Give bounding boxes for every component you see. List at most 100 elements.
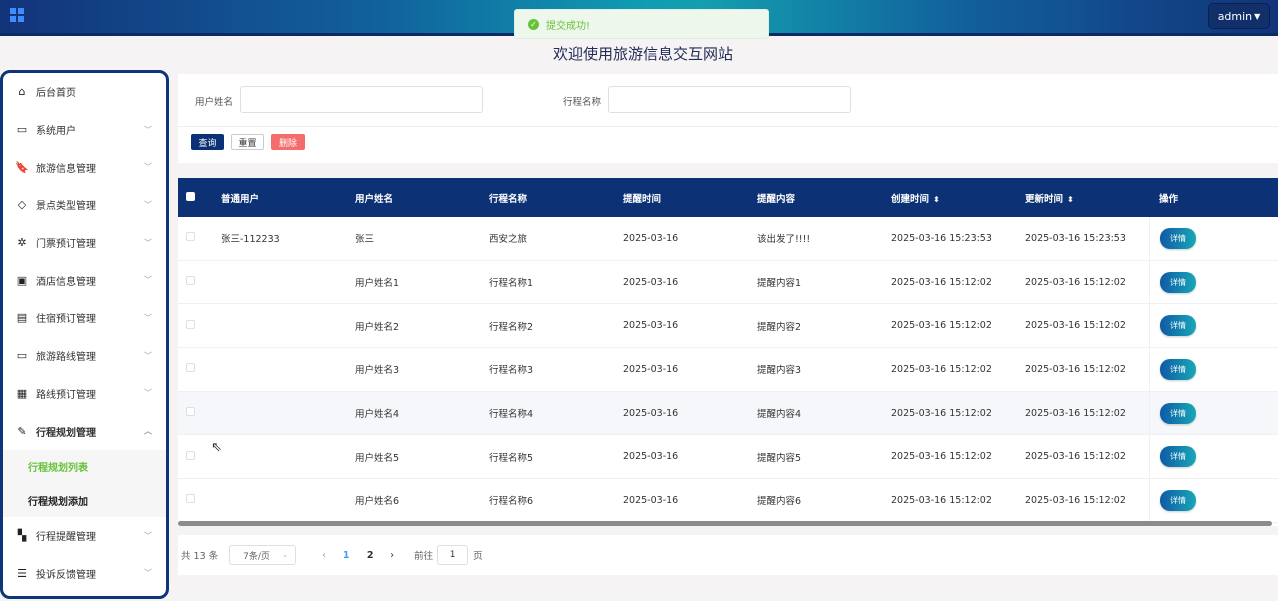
table-row[interactable]: 用户姓名1 行程名称1 2025-03-16 提醒内容1 2025-03-16 15:1… <box>178 260 1278 305</box>
table-cell: 行程名称2 <box>489 321 534 333</box>
delete-button[interactable]: 删除 <box>271 134 305 150</box>
chat-icon: ▭ <box>16 349 28 363</box>
detail-button[interactable]: 详情 <box>1160 489 1196 511</box>
table-row[interactable]: 用户姓名4 行程名称4 2025-03-16 提醒内容4 2025-03-16 15:1… <box>178 391 1278 436</box>
sidebar-item[interactable]: ▚ 行程提醒管理 ﹀ <box>3 517 166 555</box>
column-header: 提醒时间 <box>623 193 662 205</box>
page-number[interactable]: 2 <box>358 550 382 561</box>
table-cell: 用户姓名5 <box>355 452 400 464</box>
row-checkbox[interactable] <box>186 276 195 286</box>
table-cell: 2025-03-16 <box>623 320 679 332</box>
horizontal-scrollbar[interactable] <box>178 521 1272 526</box>
chevron-down-icon: ﹀ <box>144 568 152 578</box>
detail-button[interactable]: 详情 <box>1160 358 1196 380</box>
table-cell: 西安之旅 <box>489 234 528 246</box>
username-label: 用户姓名 <box>195 97 234 108</box>
sidebar-item[interactable]: ✎ 行程规划管理 ︿ <box>3 412 166 450</box>
column-header: 提醒内容 <box>757 193 796 205</box>
table-cell: 2025-03-16 15:12:02 <box>891 451 992 463</box>
sidebar-item-label: 行程提醒管理 <box>36 532 96 544</box>
column-header-sortable[interactable]: 创建时间 ⬍ <box>891 191 1025 205</box>
select-all-checkbox[interactable] <box>186 191 195 201</box>
table-cell: 2025-03-16 <box>623 363 679 375</box>
row-checkbox[interactable] <box>186 407 195 417</box>
admin-label: admin <box>1217 9 1253 23</box>
chevron-down-icon: ﹀ <box>144 275 152 285</box>
submenu-item[interactable]: 行程规划列表 <box>3 450 166 484</box>
row-checkbox[interactable] <box>186 319 195 329</box>
table-cell: 2025-03-16 15:23:53 <box>1025 232 1126 244</box>
app-grid-icon[interactable] <box>10 8 24 22</box>
sidebar-item[interactable]: ▦ 路线预订管理 ﹀ <box>3 375 166 413</box>
prev-page-icon[interactable]: ‹ <box>314 550 334 561</box>
sidebar-item[interactable]: ⌂ 后台首页 <box>3 73 166 111</box>
detail-button[interactable]: 详情 <box>1160 271 1196 293</box>
table-cell: 张三-112233 <box>221 234 280 246</box>
table-row[interactable]: 用户姓名5 行程名称5 2025-03-16 提醒内容5 2025-03-16 15:1… <box>178 435 1278 480</box>
table-cell: 用户姓名4 <box>355 409 400 421</box>
sidebar-item[interactable]: ▭ 系统用户 ﹀ <box>3 111 166 149</box>
chevron-down-icon: ﹀ <box>144 388 152 398</box>
table-cell: 提醒内容4 <box>757 409 802 421</box>
row-checkbox[interactable] <box>186 450 195 460</box>
paperclip-icon: ✎ <box>17 424 27 438</box>
table-header: 普通用户 用户姓名 行程名称 提醒时间 提醒内容 创建时间 ⬍ 更新时间 ⬍ 操作 <box>178 178 1278 217</box>
sidebar-item[interactable]: ☰ 投诉反馈管理 ﹀ <box>3 555 166 593</box>
detail-button[interactable]: 详情 <box>1160 402 1196 424</box>
detail-button[interactable]: 详情 <box>1160 446 1196 468</box>
reset-button[interactable]: 重置 <box>231 134 264 150</box>
table-row[interactable]: 用户姓名6 行程名称6 2025-03-16 提醒内容6 2025-03-16 15:1… <box>178 479 1278 523</box>
next-page-icon[interactable]: › <box>382 550 402 561</box>
copy-icon: ▚ <box>17 529 27 543</box>
table-cell: 2025-03-16 15:12:02 <box>891 276 992 288</box>
goto-page-input[interactable]: 1 <box>437 545 469 565</box>
column-header-sortable[interactable]: 更新时间 ⬍ <box>1025 191 1149 205</box>
username-input[interactable] <box>240 86 483 113</box>
laptop-icon: ▭ <box>16 123 28 137</box>
table-cell: 2025-03-16 15:12:02 <box>1025 407 1126 419</box>
submenu-item[interactable]: 行程规划添加 <box>3 483 166 517</box>
row-checkbox[interactable] <box>186 494 195 504</box>
sort-icon[interactable]: ⬍ <box>1067 195 1074 204</box>
box-icon: ▦ <box>16 386 28 400</box>
row-checkbox[interactable] <box>186 363 195 373</box>
table-row[interactable]: 用户姓名2 行程名称2 2025-03-16 提醒内容2 2025-03-16 15:1… <box>178 304 1278 349</box>
sidebar-item[interactable]: 🔖 旅游信息管理 ﹀ <box>3 148 166 186</box>
trip-name-input[interactable] <box>608 86 851 113</box>
inbox-icon: ▣ <box>16 273 28 287</box>
chevron-down-icon: ﹀ <box>144 238 152 248</box>
table-row[interactable]: 张三-112233 张三 西安之旅 2025-03-16 该出发了!!!! 2025-03… <box>178 217 1278 261</box>
table-cell: 行程名称3 <box>489 365 534 377</box>
sidebar-item-label: 酒店信息管理 <box>36 276 96 288</box>
page-size-select[interactable]: 7条/页 ⌄ <box>229 545 297 565</box>
sidebar-item-label: 住宿预订管理 <box>36 314 96 326</box>
table-cell: 2025-03-16 15:12:02 <box>891 494 992 506</box>
mouse-cursor-icon: ⇖ <box>211 440 222 455</box>
total-count: 共 13 条 <box>181 551 219 562</box>
sidebar-item[interactable]: ▤ 住宿预订管理 ﹀ <box>3 299 166 337</box>
table-cell: 2025-03-16 15:12:02 <box>1025 363 1126 375</box>
sidebar-item[interactable]: ▣ 酒店信息管理 ﹀ <box>3 261 166 299</box>
row-checkbox[interactable] <box>186 232 195 242</box>
table-cell: 用户姓名6 <box>355 496 400 508</box>
sidebar-item-label: 系统用户 <box>36 126 76 138</box>
sidebar-item[interactable]: ✲ 门票预订管理 ﹀ <box>3 224 166 262</box>
sort-icon[interactable]: ⬍ <box>933 195 940 204</box>
success-toast: ✓ 提交成功! <box>514 9 769 39</box>
table-cell: 行程名称5 <box>489 452 534 464</box>
table-cell: 2025-03-16 15:12:02 <box>1025 276 1126 288</box>
detail-button[interactable]: 详情 <box>1160 315 1196 337</box>
sidebar-item[interactable]: ▭ 旅游路线管理 ﹀ <box>3 337 166 375</box>
sidebar-item-label: 后台首页 <box>36 88 76 100</box>
table-cell: 2025-03-16 <box>623 276 679 288</box>
submenu: 行程规划列表 行程规划添加 <box>3 449 166 517</box>
sidebar-item-label: 行程规划管理 <box>36 427 96 439</box>
query-button[interactable]: 查询 <box>191 134 224 150</box>
sidebar-item[interactable]: ◇ 景点类型管理 ﹀ <box>3 186 166 224</box>
page-number[interactable]: 1 <box>334 550 358 561</box>
table-cell: 2025-03-16 <box>623 451 679 463</box>
table-cell: 2025-03-16 15:23:53 <box>891 232 992 244</box>
detail-button[interactable]: 详情 <box>1160 227 1196 249</box>
table-row[interactable]: 用户姓名3 行程名称3 2025-03-16 提醒内容3 2025-03-16 15:1… <box>178 348 1278 392</box>
admin-menu-button[interactable]: admin ▼ <box>1208 3 1270 29</box>
